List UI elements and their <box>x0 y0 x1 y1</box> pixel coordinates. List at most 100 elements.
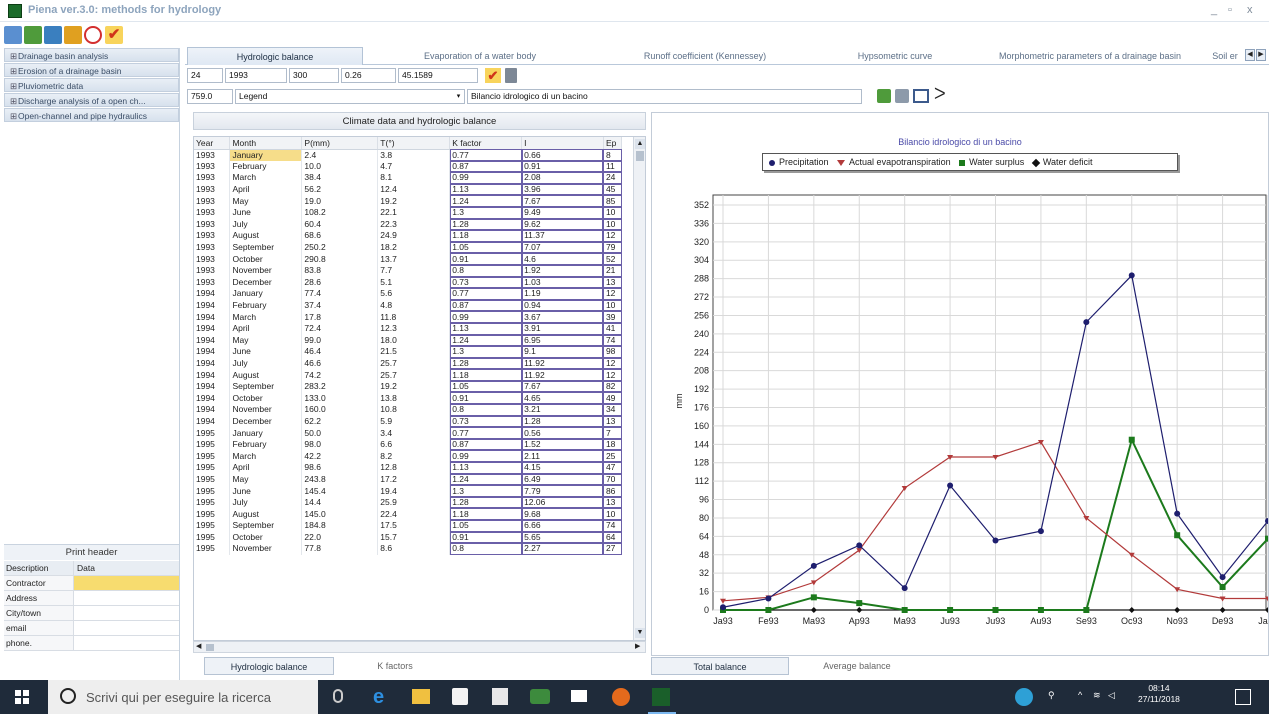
expand-icon[interactable]: ⊞ <box>10 94 18 106</box>
table-cell[interactable]: 10 <box>603 299 623 312</box>
table-row[interactable]: 1993 December 28.6 5.1 0.73 1.03 13 <box>194 276 623 289</box>
table-cell[interactable]: 6.6 <box>377 438 451 451</box>
table-cell[interactable]: 24 <box>603 172 623 184</box>
table-cell[interactable]: 19.2 <box>377 195 451 207</box>
table-row[interactable]: 1994 November 160.0 10.8 0.8 3.21 34 <box>194 404 623 416</box>
table-cell[interactable]: February <box>229 160 303 173</box>
table-row[interactable]: 1994 April 72.4 12.3 1.13 3.91 41 <box>194 322 623 335</box>
clock[interactable]: 08:14 27/11/2018 <box>1138 683 1180 705</box>
table-row[interactable]: 1995 November 77.8 8.6 0.8 2.27 27 <box>194 543 623 555</box>
table-cell[interactable]: 1993 <box>194 172 231 184</box>
table-cell[interactable]: 12 <box>603 369 623 381</box>
table-cell[interactable]: 1995 <box>194 427 231 439</box>
tab-average-balance[interactable]: Average balance <box>792 657 922 675</box>
table-cell[interactable]: September <box>229 520 303 532</box>
table-cell[interactable]: 1994 <box>194 288 231 300</box>
table-cell[interactable]: May <box>229 473 303 486</box>
network-icon[interactable]: ≋ <box>1093 690 1101 701</box>
table-cell[interactable]: April <box>229 183 303 196</box>
table-cell[interactable]: December <box>229 276 303 289</box>
table-cell[interactable]: May <box>229 334 303 347</box>
chevron-down-icon[interactable]: ▾ <box>453 89 465 104</box>
table-cell[interactable]: September <box>229 380 303 393</box>
table-cell[interactable]: 37.4 <box>301 299 379 312</box>
chart-title-field[interactable]: Bilancio idrologico di un bacino <box>467 89 862 104</box>
table-cell[interactable]: 1.92 <box>521 264 604 277</box>
table-cell[interactable]: 74 <box>603 520 623 532</box>
table-cell[interactable]: 1993 <box>194 264 231 277</box>
table-cell[interactable]: 28.6 <box>301 276 379 289</box>
table-cell[interactable]: 0.91 <box>449 253 523 265</box>
tab-morphometric-parameters[interactable]: Morphometric parameters of a drainage ba… <box>980 47 1200 65</box>
hscroll-thumb[interactable] <box>206 644 214 651</box>
table-cell[interactable]: 160.0 <box>301 404 379 416</box>
table-cell[interactable]: 9.62 <box>521 218 604 231</box>
table-cell[interactable]: 0.8 <box>449 543 523 555</box>
table-cell[interactable]: 1.28 <box>449 357 523 370</box>
table-cell[interactable]: 72.4 <box>301 322 379 335</box>
table-cell[interactable]: 21 <box>603 264 623 277</box>
table-cell[interactable]: 0.91 <box>521 160 604 173</box>
table-cell[interactable]: 0.87 <box>449 299 523 312</box>
col-temperature[interactable]: T(°) <box>377 137 451 150</box>
table-cell[interactable]: 1.13 <box>449 462 523 474</box>
table-cell[interactable]: 0.99 <box>449 172 523 184</box>
table-cell[interactable]: June <box>229 485 303 497</box>
chart-arrow-icon[interactable]: ᐳ <box>934 87 946 103</box>
table-cell[interactable]: 25 <box>603 450 623 463</box>
table-cell[interactable]: 4.8 <box>377 299 451 312</box>
table-cell[interactable]: 77.4 <box>301 288 379 300</box>
table-cell[interactable]: 5.65 <box>521 531 604 544</box>
tab-total-balance[interactable]: Total balance <box>651 657 789 675</box>
table-cell[interactable]: 4.65 <box>521 392 604 405</box>
table-cell[interactable]: 98 <box>603 346 623 358</box>
app-a-icon[interactable] <box>492 688 508 705</box>
minimize-button[interactable]: _ <box>1211 4 1217 16</box>
table-cell[interactable]: 108.2 <box>301 206 379 219</box>
table-cell[interactable]: 1.24 <box>449 473 523 486</box>
table-cell[interactable]: 1.05 <box>449 380 523 393</box>
table-row[interactable]: 1994 February 37.4 4.8 0.87 0.94 10 <box>194 299 623 312</box>
table-cell[interactable]: 290.8 <box>301 253 379 265</box>
table-cell[interactable]: 62.2 <box>301 415 379 428</box>
microphone-icon[interactable] <box>333 689 343 703</box>
table-cell[interactable]: November <box>229 264 303 277</box>
table-cell[interactable]: 1.24 <box>449 195 523 207</box>
table-cell[interactable]: 11.92 <box>521 357 604 370</box>
table-cell[interactable]: 9.49 <box>521 206 604 219</box>
table-cell[interactable]: 1994 <box>194 380 231 393</box>
table-cell[interactable]: 1994 <box>194 322 231 335</box>
table-row[interactable]: 1993 September 250.2 18.2 1.05 7.07 79 <box>194 241 623 254</box>
table-cell[interactable]: 19.2 <box>377 380 451 393</box>
expand-icon[interactable]: ⊞ <box>10 109 18 121</box>
table-horizontal-scrollbar[interactable]: ◀ ▶ <box>193 641 646 653</box>
table-cell[interactable]: 74.2 <box>301 369 379 381</box>
table-cell[interactable]: 18.2 <box>377 241 451 254</box>
table-cell[interactable]: 0.99 <box>449 311 523 323</box>
table-row[interactable]: 1995 September 184.8 17.5 1.05 6.66 74 <box>194 520 623 532</box>
table-cell[interactable]: 1993 <box>194 253 231 265</box>
table-row[interactable]: 1993 July 60.4 22.3 1.28 9.62 10 <box>194 218 623 231</box>
table-vertical-scrollbar[interactable]: ▲ ▼ <box>633 137 645 640</box>
col-month[interactable]: Month <box>229 137 303 150</box>
table-cell[interactable]: 9.68 <box>521 508 604 520</box>
table-row[interactable]: 1994 October 133.0 13.8 0.91 4.65 49 <box>194 392 623 405</box>
table-cell[interactable]: 1993 <box>194 276 231 289</box>
tab-evaporation[interactable]: Evaporation of a water body <box>385 47 575 65</box>
export-icon[interactable] <box>877 89 891 103</box>
table-cell[interactable]: 1.24 <box>449 334 523 347</box>
table-cell[interactable]: 0.99 <box>449 450 523 463</box>
stop-icon[interactable] <box>84 26 102 44</box>
table-cell[interactable]: 1995 <box>194 496 231 509</box>
tree-item-drainage-basin-analysis[interactable]: ⊞Drainage basin analysis <box>4 48 179 62</box>
checkmark-icon[interactable]: ✔ <box>105 26 123 44</box>
folder-icon[interactable] <box>64 26 82 44</box>
table-cell[interactable]: 74 <box>603 334 623 347</box>
table-cell[interactable]: 21.5 <box>377 346 451 358</box>
table-cell[interactable]: 1995 <box>194 508 231 520</box>
table-cell[interactable]: September <box>229 241 303 254</box>
save-icon[interactable] <box>44 26 62 44</box>
tab-runoff-coefficient[interactable]: Runoff coefficient (Kennessey) <box>605 47 805 65</box>
table-cell[interactable]: March <box>229 450 303 463</box>
email-field[interactable] <box>74 621 179 635</box>
